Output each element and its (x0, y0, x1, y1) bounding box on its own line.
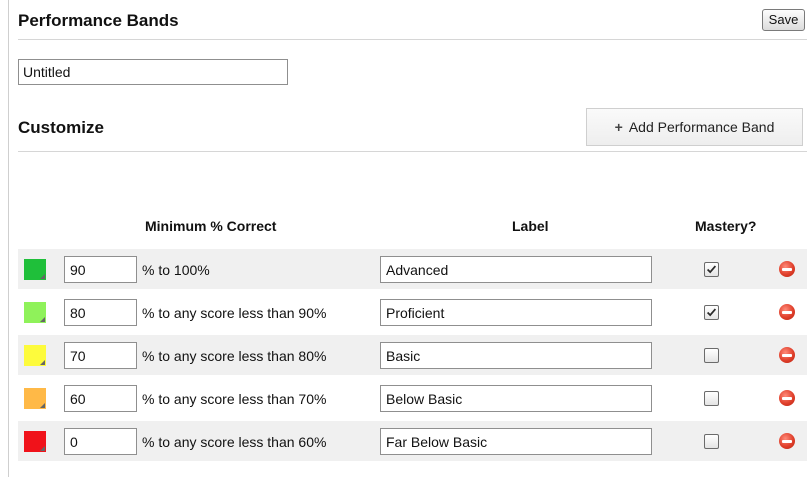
column-header-minimum: Minimum % Correct (145, 218, 277, 234)
band-minimum-input[interactable] (64, 385, 137, 412)
column-header-mastery: Mastery? (695, 218, 757, 234)
band-minimum-input[interactable] (64, 299, 137, 326)
band-minimum-input[interactable] (64, 256, 137, 283)
dropdown-corner-icon (40, 360, 45, 365)
band-row: % to any score less than 90% (18, 292, 807, 332)
dropdown-corner-icon (40, 446, 45, 451)
band-minimum-input[interactable] (64, 428, 137, 455)
page-header: Performance Bands Save (18, 0, 807, 40)
add-performance-band-label: Add Performance Band (628, 119, 775, 135)
left-border (8, 0, 9, 477)
band-color-picker[interactable] (24, 345, 46, 366)
dropdown-corner-icon (40, 317, 45, 322)
band-label-input[interactable] (380, 342, 652, 369)
band-range-text: % to any score less than 90% (142, 305, 327, 321)
remove-band-icon[interactable] (779, 304, 795, 320)
band-color-picker[interactable] (24, 259, 46, 280)
band-mastery-checkbox[interactable] (704, 262, 719, 277)
band-row: % to any score less than 80% (18, 335, 807, 375)
band-range-text: % to any score less than 70% (142, 391, 327, 407)
band-row: % to 100% (18, 249, 807, 289)
customize-title: Customize (18, 118, 104, 137)
band-minimum-input[interactable] (64, 342, 137, 369)
page-title: Performance Bands (18, 11, 179, 30)
remove-band-icon[interactable] (779, 347, 795, 363)
column-header-label: Label (512, 218, 549, 234)
band-label-input[interactable] (380, 299, 652, 326)
add-performance-band-button[interactable]: + Add Performance Band (586, 108, 803, 146)
band-mastery-checkbox[interactable] (704, 305, 719, 320)
dropdown-corner-icon (40, 274, 45, 279)
remove-band-icon[interactable] (779, 261, 795, 277)
band-set-name-input[interactable] (18, 59, 288, 85)
band-mastery-checkbox[interactable] (704, 434, 719, 449)
band-range-text: % to any score less than 60% (142, 434, 327, 450)
band-label-input[interactable] (380, 428, 652, 455)
band-mastery-checkbox[interactable] (704, 348, 719, 363)
band-color-picker[interactable] (24, 388, 46, 409)
remove-band-icon[interactable] (779, 433, 795, 449)
dropdown-corner-icon (40, 403, 45, 408)
band-row: % to any score less than 60% (18, 421, 807, 461)
band-color-picker[interactable] (24, 431, 46, 452)
remove-band-icon[interactable] (779, 390, 795, 406)
band-label-input[interactable] (380, 256, 652, 283)
band-mastery-checkbox[interactable] (704, 391, 719, 406)
save-button[interactable]: Save (762, 9, 805, 31)
band-color-picker[interactable] (24, 302, 46, 323)
band-row: % to any score less than 70% (18, 378, 807, 418)
band-label-input[interactable] (380, 385, 652, 412)
plus-icon: + (614, 119, 623, 135)
band-range-text: % to 100% (142, 262, 210, 278)
checkmark-icon (706, 308, 717, 317)
customize-section-header: Customize + Add Performance Band (18, 106, 807, 152)
checkmark-icon (706, 265, 717, 274)
band-range-text: % to any score less than 80% (142, 348, 327, 364)
